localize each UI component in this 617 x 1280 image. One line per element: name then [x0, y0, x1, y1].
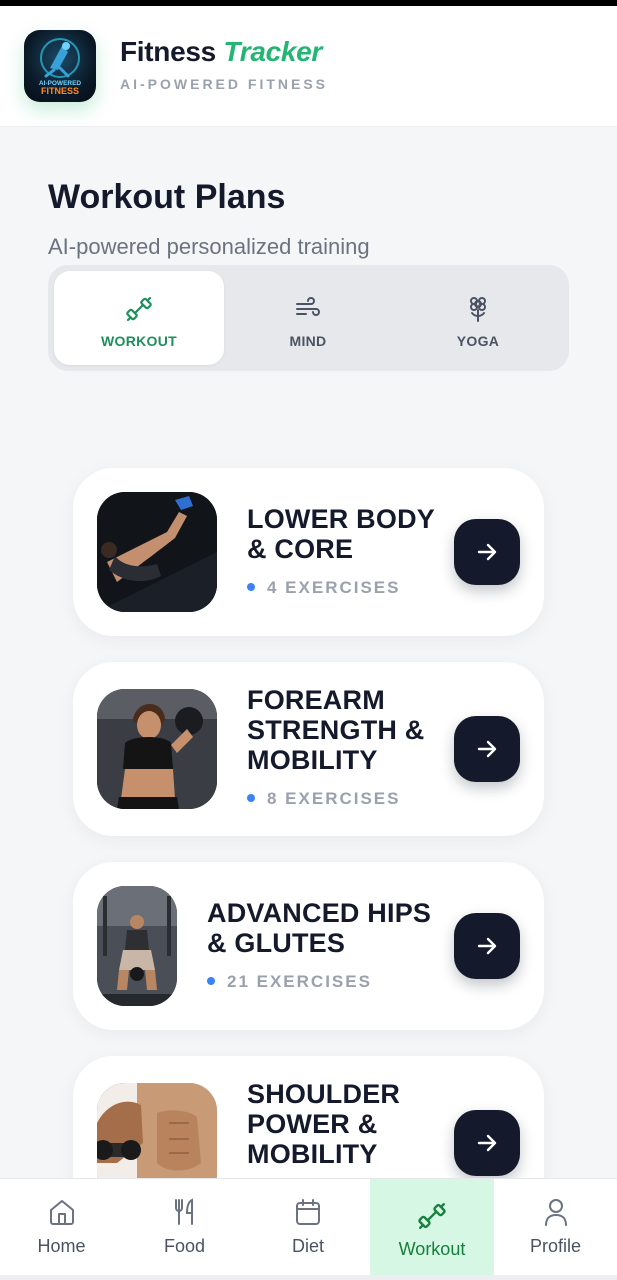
app-logo: AI-POWERED FITNESS — [24, 30, 96, 102]
bullet-dot — [247, 582, 255, 591]
nav-item-home[interactable]: Home — [0, 1179, 123, 1276]
wind-icon — [296, 297, 320, 316]
dumbbell-icon — [126, 296, 152, 322]
workout-photo — [97, 492, 217, 612]
plan-title-line: & CORE — [247, 534, 354, 564]
arrow-right-icon — [477, 543, 497, 561]
nav-label: Home — [37, 1236, 86, 1256]
nav-item-diet[interactable]: Diet — [246, 1179, 370, 1276]
fork-knife-icon — [175, 1198, 193, 1225]
nav-item-workout[interactable]: Workout — [370, 1179, 494, 1276]
nav-item-profile[interactable]: Profile — [494, 1179, 617, 1276]
app-subtitle: AI-POWERED FITNESS — [120, 76, 329, 92]
svg-text:FITNESS: FITNESS — [41, 86, 79, 96]
exercise-count: 8 EXERCISES — [247, 789, 401, 809]
arrow-right-icon — [477, 937, 497, 955]
plan-title-line: POWER & — [247, 1109, 378, 1139]
arrow-right-icon — [477, 740, 497, 758]
app-title-main: Fitness — [120, 36, 224, 67]
tab-yoga[interactable]: YOGA — [393, 271, 563, 365]
plan-title: LOWER BODY & CORE — [247, 504, 435, 564]
plan-title-line: ADVANCED HIPS — [207, 898, 432, 928]
plan-title-line: LOWER BODY — [247, 504, 435, 534]
plan-thumbnail — [97, 886, 177, 1006]
plan-title: SHOULDER POWER & MOBILITY — [247, 1079, 400, 1169]
arrow-right-icon — [477, 1134, 497, 1152]
exercise-count-text: 4 EXERCISES — [267, 578, 401, 597]
flower-icon — [470, 297, 486, 322]
plan-thumbnail — [97, 689, 217, 809]
bullet-dot — [207, 976, 215, 985]
app-header: AI-POWERED FITNESS Fitness Tracker AI-PO… — [0, 6, 617, 127]
home-icon — [50, 1200, 74, 1225]
plan-title: ADVANCED HIPS & GLUTES — [207, 898, 431, 958]
exercise-count-text: 21 EXERCISES — [227, 972, 372, 991]
plan-title-line: SHOULDER — [247, 1079, 401, 1109]
tab-yoga-label: YOGA — [456, 333, 500, 349]
calendar-icon — [296, 1199, 320, 1225]
plan-title: FOREARM STRENGTH & MOBILITY — [247, 685, 425, 775]
tab-mind[interactable]: MIND — [223, 271, 393, 365]
plan-card[interactable]: LOWER BODY & CORE 4 EXERCISES — [73, 468, 544, 636]
plan-card[interactable]: FOREARM STRENGTH & MOBILITY 8 EXERCISES — [73, 662, 544, 836]
plan-title-line: MOBILITY — [247, 745, 378, 775]
bottom-nav: Home Food Diet Workout Profile — [0, 1178, 617, 1280]
app-title-accent: Tracker — [223, 36, 323, 67]
page-subtitle: AI-powered personalized training — [48, 234, 370, 259]
gesture-bar-area — [0, 1275, 617, 1280]
plan-card[interactable]: ADVANCED HIPS & GLUTES 21 EXERCISES — [73, 862, 544, 1030]
plan-type-tabs: WORKOUT MIND YOGA — [48, 265, 569, 371]
user-icon — [545, 1199, 567, 1226]
tab-workout[interactable]: WORKOUT — [54, 271, 224, 365]
workout-photo — [97, 886, 177, 1006]
plan-title-line: FOREARM — [247, 685, 385, 715]
logo-graphic: AI-POWERED FITNESS — [39, 38, 81, 96]
dumbbell-icon — [418, 1203, 446, 1229]
tab-workout-label: WORKOUT — [101, 333, 177, 349]
exercise-count: 4 EXERCISES — [247, 578, 401, 598]
tab-mind-label: MIND — [289, 333, 327, 349]
nav-label: Diet — [291, 1236, 324, 1256]
nav-label: Workout — [398, 1239, 466, 1259]
open-plan-button[interactable] — [454, 913, 520, 979]
open-plan-button[interactable] — [454, 519, 520, 585]
plan-title-line: STRENGTH & — [247, 715, 425, 745]
bullet-dot — [247, 793, 255, 802]
open-plan-button[interactable] — [454, 1110, 520, 1176]
plan-title-line: MOBILITY — [247, 1139, 378, 1169]
page-title: Workout Plans — [48, 178, 286, 216]
workout-photo — [97, 689, 217, 809]
nav-label: Profile — [529, 1236, 582, 1256]
nav-label: Food — [163, 1236, 206, 1256]
exercise-count: 21 EXERCISES — [207, 972, 372, 992]
exercise-count-text: 8 EXERCISES — [267, 789, 401, 808]
nav-item-food[interactable]: Food — [123, 1179, 246, 1276]
plan-title-line: & GLUTES — [207, 928, 346, 958]
app-title: Fitness Tracker — [120, 36, 322, 68]
plan-thumbnail — [97, 492, 217, 612]
open-plan-button[interactable] — [454, 716, 520, 782]
